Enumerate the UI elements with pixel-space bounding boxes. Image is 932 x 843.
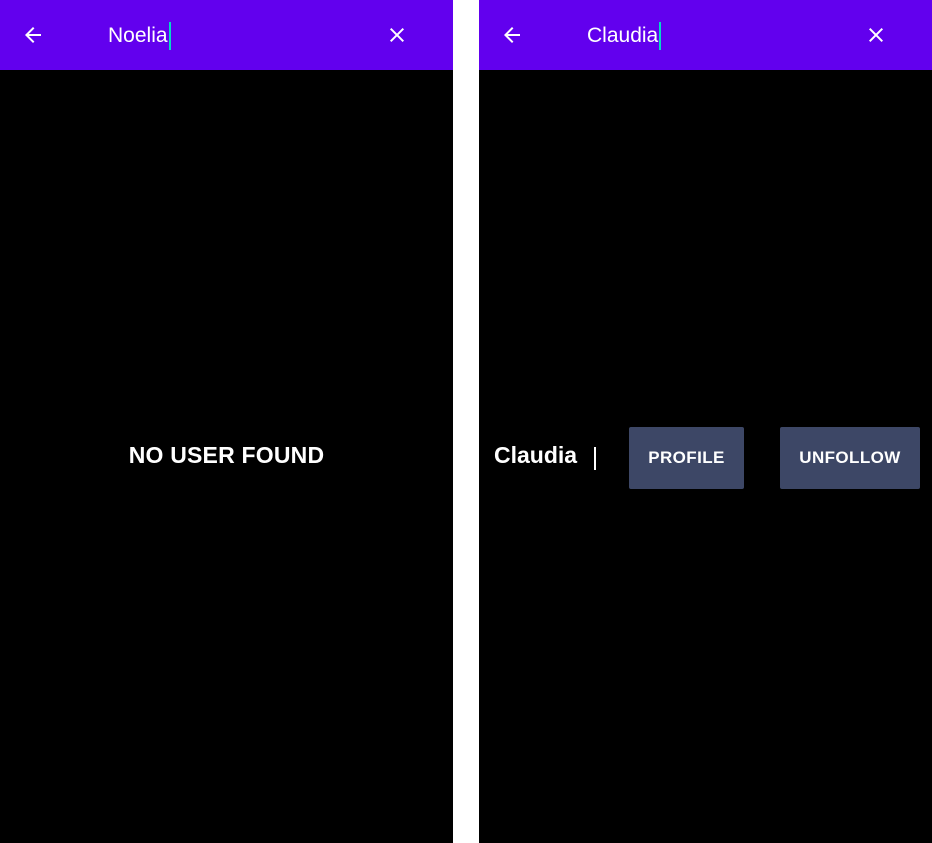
search-app-bar: Claudia — [479, 0, 932, 70]
screenshot-pair: Noelia NO USER FOUND Claudia Claudia PRO… — [0, 0, 932, 843]
close-icon — [869, 28, 883, 42]
arrow-back-icon — [25, 27, 41, 43]
user-name: Claudia — [494, 442, 578, 468]
user-result-row: Claudia PROFILE UNFOLLOW — [479, 427, 932, 489]
unfollow-button[interactable]: UNFOLLOW — [780, 427, 920, 489]
search-input[interactable]: Noelia — [108, 21, 168, 51]
search-screen-with-result: Claudia Claudia PROFILE UNFOLLOW — [479, 0, 932, 843]
no-user-found-message: NO USER FOUND — [128, 442, 325, 468]
profile-button[interactable]: PROFILE — [629, 427, 744, 489]
clear-search-button[interactable] — [375, 13, 419, 57]
text-cursor — [659, 22, 662, 50]
search-field[interactable]: Claudia — [587, 21, 662, 51]
close-icon — [390, 28, 404, 42]
search-field[interactable]: Noelia — [108, 21, 171, 51]
arrow-back-icon — [504, 27, 520, 43]
name-divider — [594, 447, 596, 470]
search-input[interactable]: Claudia — [587, 21, 658, 51]
search-screen-no-result: Noelia NO USER FOUND — [0, 0, 453, 843]
search-app-bar: Noelia — [0, 0, 453, 70]
clear-search-button[interactable] — [854, 13, 898, 57]
back-button[interactable] — [490, 13, 534, 57]
back-button[interactable] — [11, 13, 55, 57]
text-cursor — [168, 22, 171, 50]
